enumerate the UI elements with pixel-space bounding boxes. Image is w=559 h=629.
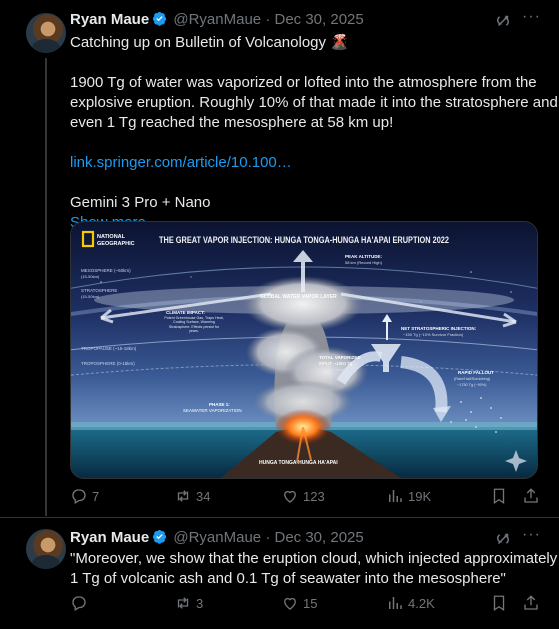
- reply-button[interactable]: 7: [70, 487, 99, 505]
- repost-icon: [177, 490, 189, 502]
- more-options-icon[interactable]: ···: [522, 8, 541, 26]
- reply-icon: [72, 596, 86, 611]
- dot-separator: ·: [265, 11, 271, 28]
- eruption-infographic: NATIONAL GEOGRAPHIC THE GREAT VAPOR INJE…: [71, 222, 537, 478]
- views-button[interactable]: 19K: [386, 487, 431, 505]
- grok-icon[interactable]: [494, 12, 512, 30]
- text-line: [70, 133, 558, 153]
- mesosphere-sub: (15-50km): [81, 274, 100, 279]
- reply-count: 7: [92, 488, 100, 504]
- repost-count: 34: [196, 488, 211, 504]
- article-link[interactable]: link.springer.com/article/10.100…: [70, 153, 558, 173]
- heart-icon: [284, 597, 296, 610]
- climate-label: CLIMATE IMPACT:: [166, 310, 205, 315]
- verified-badge-icon: [153, 11, 167, 26]
- phase-label: PHASE 1:: [209, 402, 230, 407]
- repost-icon: [177, 597, 189, 609]
- text-line: explosive eruption. Roughly 10% of that …: [70, 94, 558, 111]
- repost-button[interactable]: 3: [174, 594, 203, 612]
- action-bar: 3 15 4.2K: [70, 594, 540, 614]
- tweet-date[interactable]: Dec 30, 2025: [275, 11, 364, 28]
- views-icon: [389, 597, 402, 609]
- total-label: TOTAL VAPORIZED: [319, 355, 361, 360]
- reply-button[interactable]: [70, 594, 92, 612]
- share-button[interactable]: [522, 487, 544, 505]
- author-handle[interactable]: @RyanMaue: [173, 529, 261, 546]
- net-injection-label: NET STRATOSPHERIC INJECTION:: [401, 326, 477, 331]
- repost-count: 3: [196, 595, 204, 611]
- action-bar: 7 34 123 19K: [70, 487, 540, 507]
- logo-text: NATIONAL: [97, 234, 126, 240]
- fallout-sub2: ~1750 Tg (~90%): [457, 383, 487, 387]
- like-count: 123: [303, 488, 325, 504]
- stratosphere-label: STRATOSPHERE: [81, 288, 117, 293]
- total-sub: INPUT: ~1900 Tg: [319, 361, 353, 366]
- fallout-label: RAPID FALLOUT: [458, 370, 494, 375]
- tweet-1[interactable]: Ryan Maue @RyanMaue · Dec 30, 2025 ··· C…: [0, 0, 559, 516]
- tweet-2[interactable]: Ryan Maue @RyanMaue · Dec 30, 2025 ··· "…: [0, 518, 559, 629]
- tweet-date[interactable]: Dec 30, 2025: [275, 529, 364, 546]
- avatar[interactable]: [26, 13, 66, 53]
- text-line: "Moreover, we show that the eruption clo…: [70, 550, 558, 567]
- bookmark-icon: [493, 595, 505, 612]
- image-title: THE GREAT VAPOR INJECTION: HUNGA TONGA-H…: [159, 235, 449, 245]
- view-count: 19K: [408, 488, 432, 504]
- text-line: [70, 53, 558, 73]
- avatar[interactable]: [26, 529, 66, 569]
- thread-line: [45, 58, 47, 516]
- stratosphere-sub: (15-50km): [81, 294, 100, 299]
- tweet-header: Ryan Maue @RyanMaue · Dec 30, 2025: [70, 10, 364, 30]
- tweet-text: Catching up on Bulletin of Volcanology 🌋…: [70, 33, 558, 233]
- mesosphere-label: MESOSPHERE (~50km): [81, 268, 131, 273]
- bookmark-icon: [493, 488, 505, 505]
- share-button[interactable]: [522, 594, 544, 612]
- troposphere-label: TROPOSPHERE (0-15km): [81, 361, 135, 366]
- logo-text: GEOGRAPHIC: [97, 241, 135, 247]
- share-icon: [524, 595, 538, 610]
- more-options-icon[interactable]: ···: [522, 526, 541, 544]
- author-name[interactable]: Ryan Maue: [70, 529, 149, 546]
- like-button[interactable]: 15: [281, 594, 317, 612]
- tropopause-label: TROPOPAUSE (~15-18km): [81, 346, 137, 351]
- like-count: 15: [303, 595, 318, 611]
- dot-separator: ·: [265, 529, 271, 546]
- total-sub2: (1.9 Billion Metric Tons): [317, 368, 357, 372]
- bookmark-button[interactable]: [490, 487, 512, 505]
- repost-button[interactable]: 34: [174, 487, 210, 505]
- text-line: Gemini 3 Pro + Nano: [70, 194, 211, 211]
- views-button[interactable]: 4.2K: [386, 594, 435, 612]
- tweet-text: "Moreover, we show that the eruption clo…: [70, 549, 557, 589]
- tweet-image[interactable]: NATIONAL GEOGRAPHIC THE GREAT VAPOR INJE…: [70, 221, 538, 479]
- tweet-header: Ryan Maue @RyanMaue · Dec 30, 2025: [70, 528, 364, 548]
- grok-icon[interactable]: [494, 530, 512, 548]
- peak-label: PEAK ALTITUDE:: [345, 254, 382, 259]
- bookmark-button[interactable]: [490, 594, 512, 612]
- phase-sub: SEAWATER VAPORIZATION: [183, 408, 242, 413]
- verified-badge-icon: [153, 529, 167, 544]
- author-name[interactable]: Ryan Maue: [70, 11, 149, 28]
- share-icon: [524, 488, 538, 503]
- heart-icon: [284, 490, 296, 503]
- climate-sub: Potent Greenhouse Gas, Traps Heat, Cooli…: [164, 316, 224, 334]
- text-line: 1900 Tg of water was vaporized or lofted…: [70, 74, 537, 91]
- peak-sub: 58 km (Record High): [345, 260, 383, 265]
- net-injection-sub: ~150 Tg (~10% Survivor Fraction): [403, 332, 464, 337]
- author-handle[interactable]: @RyanMaue: [173, 11, 261, 28]
- global-layer-label: GLOBAL WATER VAPOR LAYER: [260, 294, 337, 300]
- like-button[interactable]: 123: [281, 487, 325, 505]
- text-line: Catching up on Bulletin of Volcanology 🌋: [70, 34, 349, 51]
- reply-icon: [72, 489, 86, 504]
- text-line: 1 Tg of volcanic ash and 0.1 Tg of seawa…: [70, 570, 506, 587]
- fallout-sub: (Rain/Hail/Scrubbing): [454, 377, 491, 381]
- volcano-label: HUNGA TONGA-HUNGA HA'APAI: [259, 460, 338, 466]
- view-count: 4.2K: [408, 595, 435, 611]
- views-icon: [389, 490, 402, 502]
- text-line: even 1 Tg reached the mesosphere at 58 k…: [70, 114, 394, 131]
